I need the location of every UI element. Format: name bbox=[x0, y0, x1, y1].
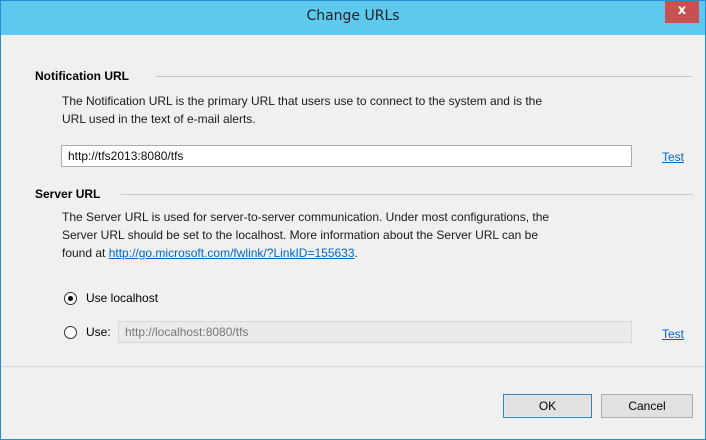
server-url-description: The Server URL is used for server-to-ser… bbox=[62, 208, 549, 262]
notification-url-description: The Notification URL is the primary URL … bbox=[62, 92, 542, 128]
server-description-line1: The Server URL is used for server-to-ser… bbox=[62, 210, 550, 224]
server-url-divider bbox=[121, 194, 693, 195]
server-description-prefix: found at bbox=[62, 246, 109, 260]
notification-url-divider bbox=[156, 76, 693, 77]
use-custom-url-label[interactable]: Use: bbox=[86, 325, 111, 339]
server-description-line3: found at http://go.microsoft.com/fwlink/… bbox=[62, 244, 549, 262]
notification-description-line2: URL used in the text of e-mail alerts. bbox=[62, 112, 256, 126]
cancel-button[interactable]: Cancel bbox=[601, 394, 693, 418]
close-button[interactable]: x bbox=[665, 1, 699, 23]
server-description-line2: Server URL should be set to the localhos… bbox=[62, 228, 539, 242]
use-localhost-label[interactable]: Use localhost bbox=[86, 291, 158, 305]
use-localhost-radio[interactable] bbox=[64, 292, 77, 305]
notification-description-line1: The Notification URL is the primary URL … bbox=[62, 94, 542, 108]
dialog-title: Change URLs bbox=[306, 8, 400, 24]
server-description-suffix: . bbox=[354, 246, 358, 260]
notification-test-link[interactable]: Test bbox=[662, 150, 684, 164]
title-bar[interactable]: Change URLs x bbox=[1, 1, 705, 35]
change-urls-dialog: Change URLs x Notification URL The Notif… bbox=[0, 0, 706, 440]
server-url-heading: Server URL bbox=[35, 187, 101, 201]
notification-url-input[interactable]: http://tfs2013:8080/tfs bbox=[61, 145, 632, 167]
server-url-input[interactable]: http://localhost:8080/tfs bbox=[118, 321, 632, 343]
radio-selected-dot bbox=[68, 296, 73, 301]
notification-url-heading: Notification URL bbox=[35, 69, 129, 83]
use-custom-url-radio[interactable] bbox=[64, 326, 77, 339]
server-url-info-link[interactable]: http://go.microsoft.com/fwlink/?LinkID=1… bbox=[109, 246, 355, 260]
dialog-footer: OK Cancel bbox=[1, 367, 705, 439]
server-test-link[interactable]: Test bbox=[662, 327, 684, 341]
dialog-content: Notification URL The Notification URL is… bbox=[1, 35, 705, 366]
ok-button[interactable]: OK bbox=[503, 394, 592, 418]
